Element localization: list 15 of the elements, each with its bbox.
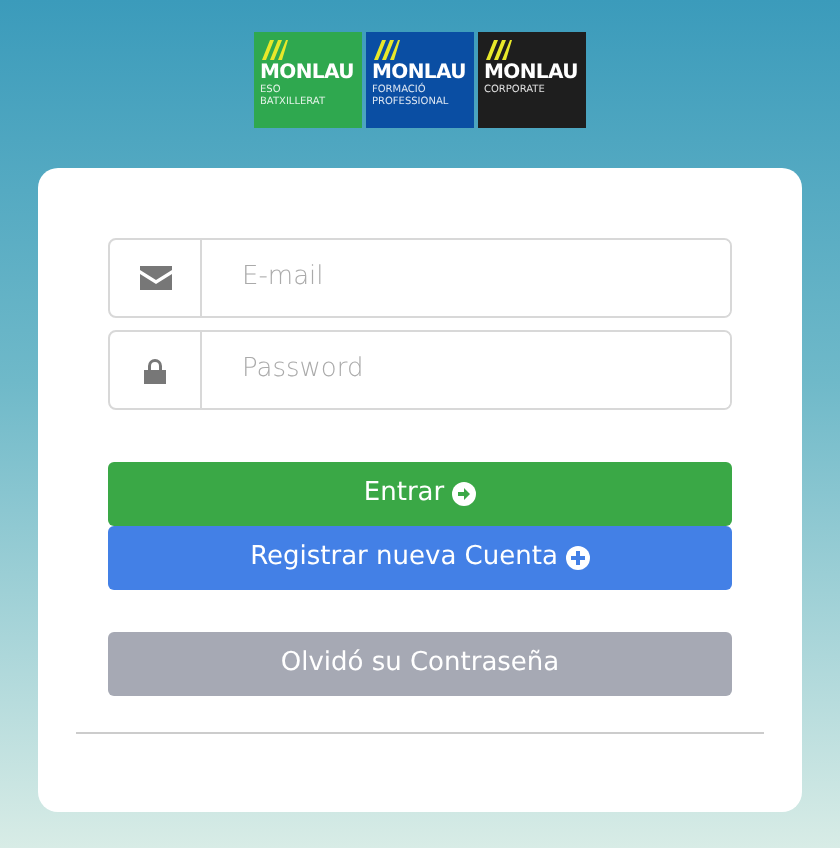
logo-name: MONLAU — [484, 64, 580, 84]
forgot-button[interactable]: Olvidó su Contraseña — [108, 632, 732, 696]
email-field[interactable]: E-mail — [108, 238, 732, 318]
stripes-icon — [372, 40, 400, 60]
stripes-icon — [484, 40, 512, 60]
arrow-circle-icon — [452, 482, 477, 506]
stripes-icon — [260, 40, 288, 60]
logo-name: MONLAU — [260, 64, 356, 84]
plus-circle-icon — [565, 546, 590, 570]
lock-icon — [144, 357, 166, 383]
logo-name: MONLAU — [372, 64, 468, 84]
register-button[interactable]: Registrar nueva Cuenta — [108, 526, 732, 590]
enter-button[interactable]: Entrar — [108, 462, 732, 526]
envelope-icon — [139, 266, 171, 290]
password-field[interactable]: Password — [108, 330, 732, 410]
